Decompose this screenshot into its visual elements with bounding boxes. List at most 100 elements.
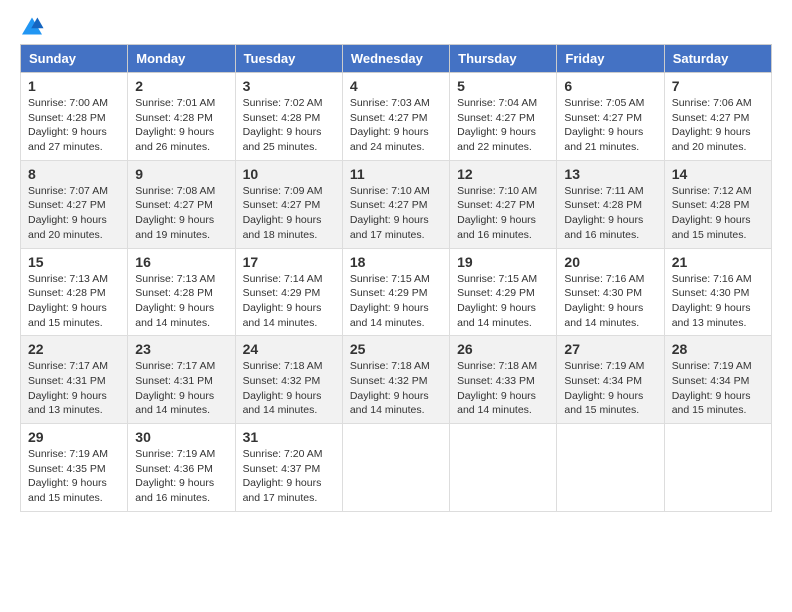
logo-icon	[20, 16, 44, 36]
day-cell: 21 Sunrise: 7:16 AM Sunset: 4:30 PM Dayl…	[664, 248, 771, 336]
day-number: 8	[28, 166, 120, 182]
day-cell: 31 Sunrise: 7:20 AM Sunset: 4:37 PM Dayl…	[235, 424, 342, 512]
day-info: Sunrise: 7:18 AM Sunset: 4:32 PM Dayligh…	[350, 359, 442, 418]
day-info: Sunrise: 7:19 AM Sunset: 4:34 PM Dayligh…	[672, 359, 764, 418]
day-cell: 17 Sunrise: 7:14 AM Sunset: 4:29 PM Dayl…	[235, 248, 342, 336]
day-cell: 18 Sunrise: 7:15 AM Sunset: 4:29 PM Dayl…	[342, 248, 449, 336]
day-cell	[450, 424, 557, 512]
day-number: 24	[243, 341, 335, 357]
day-cell: 6 Sunrise: 7:05 AM Sunset: 4:27 PM Dayli…	[557, 73, 664, 161]
day-number: 20	[564, 254, 656, 270]
day-info: Sunrise: 7:12 AM Sunset: 4:28 PM Dayligh…	[672, 184, 764, 243]
day-number: 15	[28, 254, 120, 270]
day-info: Sunrise: 7:18 AM Sunset: 4:33 PM Dayligh…	[457, 359, 549, 418]
day-number: 1	[28, 78, 120, 94]
day-info: Sunrise: 7:17 AM Sunset: 4:31 PM Dayligh…	[135, 359, 227, 418]
day-info: Sunrise: 7:15 AM Sunset: 4:29 PM Dayligh…	[350, 272, 442, 331]
day-cell: 28 Sunrise: 7:19 AM Sunset: 4:34 PM Dayl…	[664, 336, 771, 424]
header-cell-monday: Monday	[128, 45, 235, 73]
day-cell: 12 Sunrise: 7:10 AM Sunset: 4:27 PM Dayl…	[450, 160, 557, 248]
day-number: 9	[135, 166, 227, 182]
day-info: Sunrise: 7:19 AM Sunset: 4:36 PM Dayligh…	[135, 447, 227, 506]
header	[20, 16, 772, 36]
logo	[20, 16, 48, 36]
day-info: Sunrise: 7:07 AM Sunset: 4:27 PM Dayligh…	[28, 184, 120, 243]
header-cell-thursday: Thursday	[450, 45, 557, 73]
day-info: Sunrise: 7:14 AM Sunset: 4:29 PM Dayligh…	[243, 272, 335, 331]
day-info: Sunrise: 7:04 AM Sunset: 4:27 PM Dayligh…	[457, 96, 549, 155]
day-info: Sunrise: 7:11 AM Sunset: 4:28 PM Dayligh…	[564, 184, 656, 243]
day-info: Sunrise: 7:20 AM Sunset: 4:37 PM Dayligh…	[243, 447, 335, 506]
week-row-4: 22 Sunrise: 7:17 AM Sunset: 4:31 PM Dayl…	[21, 336, 772, 424]
day-cell: 30 Sunrise: 7:19 AM Sunset: 4:36 PM Dayl…	[128, 424, 235, 512]
day-info: Sunrise: 7:06 AM Sunset: 4:27 PM Dayligh…	[672, 96, 764, 155]
day-info: Sunrise: 7:19 AM Sunset: 4:35 PM Dayligh…	[28, 447, 120, 506]
week-row-5: 29 Sunrise: 7:19 AM Sunset: 4:35 PM Dayl…	[21, 424, 772, 512]
day-cell: 24 Sunrise: 7:18 AM Sunset: 4:32 PM Dayl…	[235, 336, 342, 424]
day-number: 3	[243, 78, 335, 94]
day-number: 21	[672, 254, 764, 270]
day-cell: 20 Sunrise: 7:16 AM Sunset: 4:30 PM Dayl…	[557, 248, 664, 336]
day-cell	[664, 424, 771, 512]
day-cell: 5 Sunrise: 7:04 AM Sunset: 4:27 PM Dayli…	[450, 73, 557, 161]
day-number: 19	[457, 254, 549, 270]
day-number: 25	[350, 341, 442, 357]
day-cell: 4 Sunrise: 7:03 AM Sunset: 4:27 PM Dayli…	[342, 73, 449, 161]
day-cell	[557, 424, 664, 512]
day-info: Sunrise: 7:13 AM Sunset: 4:28 PM Dayligh…	[28, 272, 120, 331]
day-cell: 2 Sunrise: 7:01 AM Sunset: 4:28 PM Dayli…	[128, 73, 235, 161]
day-number: 2	[135, 78, 227, 94]
day-cell: 9 Sunrise: 7:08 AM Sunset: 4:27 PM Dayli…	[128, 160, 235, 248]
week-row-1: 1 Sunrise: 7:00 AM Sunset: 4:28 PM Dayli…	[21, 73, 772, 161]
day-info: Sunrise: 7:03 AM Sunset: 4:27 PM Dayligh…	[350, 96, 442, 155]
header-cell-friday: Friday	[557, 45, 664, 73]
day-number: 6	[564, 78, 656, 94]
day-number: 13	[564, 166, 656, 182]
day-number: 16	[135, 254, 227, 270]
day-info: Sunrise: 7:09 AM Sunset: 4:27 PM Dayligh…	[243, 184, 335, 243]
day-cell: 15 Sunrise: 7:13 AM Sunset: 4:28 PM Dayl…	[21, 248, 128, 336]
week-row-2: 8 Sunrise: 7:07 AM Sunset: 4:27 PM Dayli…	[21, 160, 772, 248]
day-number: 17	[243, 254, 335, 270]
day-cell: 3 Sunrise: 7:02 AM Sunset: 4:28 PM Dayli…	[235, 73, 342, 161]
day-cell: 16 Sunrise: 7:13 AM Sunset: 4:28 PM Dayl…	[128, 248, 235, 336]
day-info: Sunrise: 7:18 AM Sunset: 4:32 PM Dayligh…	[243, 359, 335, 418]
day-info: Sunrise: 7:13 AM Sunset: 4:28 PM Dayligh…	[135, 272, 227, 331]
day-cell: 11 Sunrise: 7:10 AM Sunset: 4:27 PM Dayl…	[342, 160, 449, 248]
day-number: 30	[135, 429, 227, 445]
day-info: Sunrise: 7:02 AM Sunset: 4:28 PM Dayligh…	[243, 96, 335, 155]
header-row: SundayMondayTuesdayWednesdayThursdayFrid…	[21, 45, 772, 73]
day-number: 18	[350, 254, 442, 270]
day-info: Sunrise: 7:05 AM Sunset: 4:27 PM Dayligh…	[564, 96, 656, 155]
day-cell: 19 Sunrise: 7:15 AM Sunset: 4:29 PM Dayl…	[450, 248, 557, 336]
day-cell: 26 Sunrise: 7:18 AM Sunset: 4:33 PM Dayl…	[450, 336, 557, 424]
header-cell-tuesday: Tuesday	[235, 45, 342, 73]
day-number: 11	[350, 166, 442, 182]
day-cell: 8 Sunrise: 7:07 AM Sunset: 4:27 PM Dayli…	[21, 160, 128, 248]
day-cell: 14 Sunrise: 7:12 AM Sunset: 4:28 PM Dayl…	[664, 160, 771, 248]
header-cell-saturday: Saturday	[664, 45, 771, 73]
day-info: Sunrise: 7:08 AM Sunset: 4:27 PM Dayligh…	[135, 184, 227, 243]
day-info: Sunrise: 7:15 AM Sunset: 4:29 PM Dayligh…	[457, 272, 549, 331]
day-number: 27	[564, 341, 656, 357]
day-number: 4	[350, 78, 442, 94]
day-cell: 10 Sunrise: 7:09 AM Sunset: 4:27 PM Dayl…	[235, 160, 342, 248]
day-cell: 1 Sunrise: 7:00 AM Sunset: 4:28 PM Dayli…	[21, 73, 128, 161]
day-info: Sunrise: 7:10 AM Sunset: 4:27 PM Dayligh…	[350, 184, 442, 243]
day-cell: 25 Sunrise: 7:18 AM Sunset: 4:32 PM Dayl…	[342, 336, 449, 424]
week-row-3: 15 Sunrise: 7:13 AM Sunset: 4:28 PM Dayl…	[21, 248, 772, 336]
day-cell: 27 Sunrise: 7:19 AM Sunset: 4:34 PM Dayl…	[557, 336, 664, 424]
day-number: 5	[457, 78, 549, 94]
day-number: 22	[28, 341, 120, 357]
day-number: 23	[135, 341, 227, 357]
day-number: 10	[243, 166, 335, 182]
header-cell-sunday: Sunday	[21, 45, 128, 73]
day-cell: 23 Sunrise: 7:17 AM Sunset: 4:31 PM Dayl…	[128, 336, 235, 424]
day-number: 12	[457, 166, 549, 182]
calendar-table: SundayMondayTuesdayWednesdayThursdayFrid…	[20, 44, 772, 512]
day-info: Sunrise: 7:16 AM Sunset: 4:30 PM Dayligh…	[672, 272, 764, 331]
day-info: Sunrise: 7:16 AM Sunset: 4:30 PM Dayligh…	[564, 272, 656, 331]
day-info: Sunrise: 7:01 AM Sunset: 4:28 PM Dayligh…	[135, 96, 227, 155]
day-cell: 7 Sunrise: 7:06 AM Sunset: 4:27 PM Dayli…	[664, 73, 771, 161]
day-number: 26	[457, 341, 549, 357]
